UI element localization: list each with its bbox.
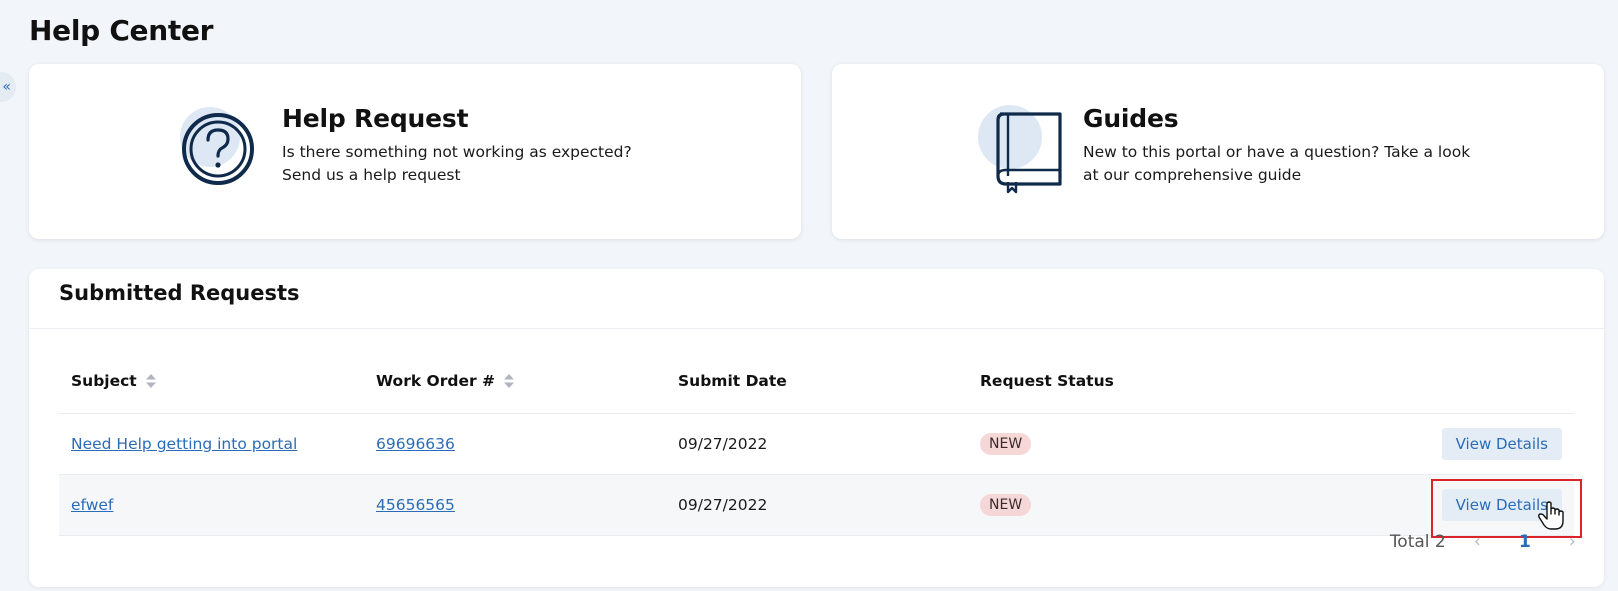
table-row: efwef 45656565 09/27/2022 NEW View Detai… [59, 475, 1582, 538]
table-row: Need Help getting into portal 69696636 0… [59, 414, 1574, 475]
submit-date: 09/27/2022 [678, 496, 768, 514]
work-order-link[interactable]: 69696636 [376, 435, 455, 453]
guides-text: Guides New to this portal or have a ques… [1083, 104, 1483, 187]
subject-link[interactable]: efwef [71, 496, 113, 514]
submit-date: 09/27/2022 [678, 435, 768, 453]
table-header-row: Subject Work Order # Submit Date Request… [59, 349, 1574, 414]
status-badge: NEW [980, 433, 1032, 455]
column-header-label: Subject [71, 372, 137, 390]
sidebar-collapse-toggle[interactable]: « [0, 72, 16, 102]
hand-pointer-icon [1538, 501, 1564, 530]
submitted-requests-title: Submitted Requests [59, 281, 300, 305]
view-details-button[interactable]: View Details [1441, 428, 1562, 460]
column-header-subject[interactable]: Subject [59, 372, 364, 390]
guides-card[interactable]: Guides New to this portal or have a ques… [832, 64, 1604, 239]
sort-icon[interactable] [503, 373, 515, 389]
column-header-label: Work Order # [376, 372, 495, 390]
help-request-card[interactable]: Help Request Is there something not work… [29, 64, 801, 239]
page-title: Help Center [29, 14, 214, 47]
next-page-icon[interactable]: › [1569, 531, 1576, 552]
double-chevron-left-icon: « [2, 79, 11, 95]
sort-icon[interactable] [145, 373, 157, 389]
help-center-page: « Help Center Help Request Is there some… [0, 0, 1618, 591]
requests-table: Subject Work Order # Submit Date Request… [59, 349, 1582, 538]
column-header-work-order[interactable]: Work Order # [364, 372, 666, 390]
help-request-text: Help Request Is there something not work… [282, 104, 642, 187]
pagination: Total 2 ‹ 1 › [1390, 531, 1576, 552]
guides-title: Guides [1083, 104, 1179, 133]
question-circle-icon [180, 107, 254, 185]
help-request-line-1: Is there something not working as expect… [282, 143, 632, 161]
column-header-request-status: Request Status [968, 372, 1268, 390]
total-count: Total 2 [1389, 531, 1446, 552]
column-header-submit-date: Submit Date [666, 372, 968, 390]
submitted-requests-header: Submitted Requests [29, 269, 1604, 329]
guides-line-2: at our comprehensive guide [1083, 166, 1302, 184]
submitted-requests-panel: Submitted Requests Subject Work Order # [29, 269, 1604, 587]
subject-link[interactable]: Need Help getting into portal [71, 435, 297, 453]
page-number[interactable]: 1 [1509, 532, 1541, 552]
column-header-label: Submit Date [678, 372, 787, 390]
prev-page-icon[interactable]: ‹ [1474, 531, 1481, 552]
work-order-link[interactable]: 45656565 [376, 496, 455, 514]
guides-line-1: New to this portal or have a question? T… [1083, 143, 1471, 161]
help-request-title: Help Request [282, 104, 469, 133]
book-icon [978, 105, 1062, 194]
status-badge: NEW [980, 494, 1032, 516]
help-request-line-2: Send us a help request [282, 166, 461, 184]
column-header-label: Request Status [980, 372, 1114, 390]
